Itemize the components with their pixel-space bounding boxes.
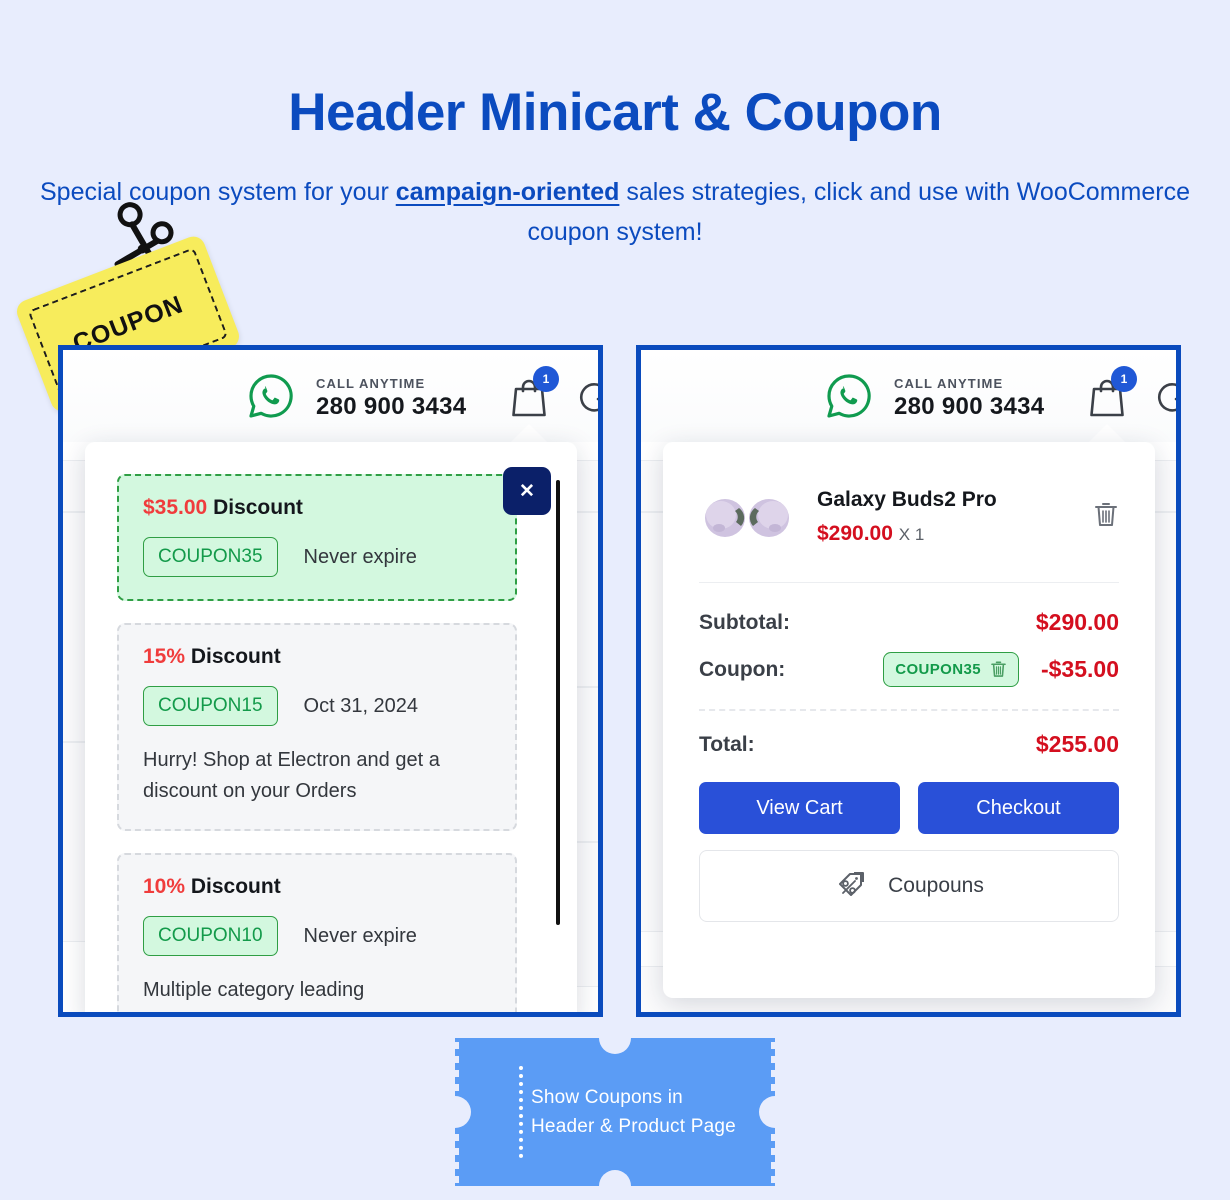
coupon-row: COUPON10 Never expire <box>143 916 491 956</box>
coupons-button[interactable]: Coupouns <box>699 850 1119 922</box>
coupon-tag-icon <box>839 872 865 896</box>
compare-arrows-icon[interactable] <box>1155 378 1181 416</box>
compare-arrows-icon[interactable] <box>577 378 603 416</box>
product-quantity: X 1 <box>898 525 925 544</box>
coupons-dropdown: $35.00 Discount COUPON35 Never expire 15… <box>85 442 577 1012</box>
coupons-button-label: Coupouns <box>888 874 984 897</box>
total-label: Total: <box>699 732 755 756</box>
whatsapp-icon[interactable] <box>826 373 872 419</box>
subtotal-value: $290.00 <box>1035 609 1119 635</box>
dropdown-arrow <box>511 424 547 442</box>
coupon-row: Coupon: COUPON35 -$35.00 <box>699 652 1119 687</box>
coupon-discount-word: Discount <box>190 645 281 668</box>
coupon-headline: $35.00 Discount <box>143 496 491 520</box>
feature-ticket: Show Coupons in Header & Product Page <box>455 1038 775 1186</box>
phone-number[interactable]: 280 900 3434 <box>316 393 466 421</box>
product-price: $290.00 <box>817 522 893 545</box>
cart-item-info: Galaxy Buds2 Pro $290.00 X 1 <box>817 488 1093 546</box>
view-cart-button[interactable]: View Cart <box>699 782 900 834</box>
coupon-discount-word: Discount <box>213 496 303 519</box>
product-price-line: $290.00 X 1 <box>817 522 1093 546</box>
phone-number[interactable]: 280 900 3434 <box>894 393 1044 421</box>
page-title: Header Minicart & Coupon <box>288 83 942 142</box>
coupon-card-active[interactable]: $35.00 Discount COUPON35 Never expire <box>117 474 517 601</box>
total-value: $255.00 <box>1035 731 1119 757</box>
coupon-discount-value: -$35.00 <box>1040 656 1119 682</box>
cart-bag-button[interactable]: 1 <box>1087 366 1137 423</box>
applied-coupon-chip[interactable]: COUPON35 <box>883 652 1019 687</box>
coupon-list: $35.00 Discount COUPON35 Never expire 15… <box>117 474 517 1012</box>
coupon-card[interactable]: 10% Discount COUPON10 Never expire Multi… <box>117 853 517 1012</box>
coupon-description: Multiple category leading <box>143 979 365 1001</box>
coupon-expiry: Never expire <box>303 545 417 568</box>
product-thumbnail <box>699 482 795 552</box>
coupon-code-chip[interactable]: COUPON35 <box>143 537 278 577</box>
close-icon: ✕ <box>519 480 535 502</box>
coupon-discount-word: Discount <box>190 875 281 898</box>
checkout-button[interactable]: Checkout <box>918 782 1119 834</box>
coupon-row: COUPON35 Never expire <box>143 537 491 577</box>
dropdown-scrollbar[interactable] <box>556 480 560 925</box>
remove-item-button[interactable] <box>1093 501 1119 534</box>
subtitle-prefix: Special coupon system for your <box>40 178 396 206</box>
coupon-code-chip[interactable]: COUPON10 <box>143 916 278 956</box>
ticket-notches <box>455 1038 775 1186</box>
trash-icon <box>1095 502 1117 526</box>
product-name[interactable]: Galaxy Buds2 Pro <box>817 488 1093 512</box>
cart-count-badge: 1 <box>533 366 559 392</box>
coupon-expiry: Never expire <box>303 924 417 947</box>
cart-item-row: Galaxy Buds2 Pro $290.00 X 1 <box>699 478 1119 552</box>
subtitle-emphasis: campaign-oriented <box>395 178 620 206</box>
call-anytime-label: CALL ANYTIME <box>894 376 1004 391</box>
coupon-headline: 10% Discount <box>143 875 491 899</box>
left-screenshot-panel: CALL ANYTIME 280 900 3434 1 $35.00 Disco… <box>58 345 603 1017</box>
coupon-description: Hurry! Shop at Electron and get a discou… <box>143 749 440 802</box>
coupon-expiry: Oct 31, 2024 <box>303 694 419 717</box>
subtotal-row: Subtotal: $290.00 <box>699 609 1119 636</box>
call-anytime-label: CALL ANYTIME <box>316 376 426 391</box>
cart-bag-button[interactable]: 1 <box>509 366 559 423</box>
coupon-amount: $35.00 <box>143 496 208 519</box>
coupon-card[interactable]: 15% Discount COUPON15 Oct 31, 2024 Hurry… <box>117 623 517 831</box>
minicart-dropdown: Galaxy Buds2 Pro $290.00 X 1 Subtotal: $… <box>663 442 1155 998</box>
cart-actions: View Cart Checkout <box>699 782 1119 834</box>
cart-count-badge: 1 <box>1111 366 1137 392</box>
remove-coupon-trash-icon[interactable] <box>990 660 1007 679</box>
coupon-amount: 10% <box>143 875 186 898</box>
applied-coupon-code: COUPON35 <box>895 661 981 678</box>
subtotal-label: Subtotal: <box>699 610 790 634</box>
coupon-amount: 15% <box>143 645 186 668</box>
close-dropdown-button[interactable]: ✕ <box>503 467 551 515</box>
total-divider <box>699 709 1119 711</box>
promo-graphic-page: Header Minicart & Coupon Special coupon … <box>0 0 1230 1200</box>
coupon-headline: 15% Discount <box>143 645 491 669</box>
coupon-label: Coupon: <box>699 657 786 681</box>
dropdown-arrow <box>1089 424 1125 442</box>
subtitle-suffix: sales strategies, click and use with Woo… <box>527 178 1190 246</box>
call-block: CALL ANYTIME 280 900 3434 <box>316 376 466 421</box>
coupon-row: COUPON15 Oct 31, 2024 <box>143 686 491 726</box>
total-row: Total: $255.00 <box>699 731 1119 758</box>
whatsapp-icon[interactable] <box>248 373 294 419</box>
galaxy-buds-image <box>705 499 789 537</box>
call-block: CALL ANYTIME 280 900 3434 <box>894 376 1044 421</box>
cart-divider <box>699 582 1119 583</box>
coupon-code-chip[interactable]: COUPON15 <box>143 686 278 726</box>
right-screenshot-panel: CALL ANYTIME 280 900 3434 1 Galaxy Buds2… <box>636 345 1181 1017</box>
